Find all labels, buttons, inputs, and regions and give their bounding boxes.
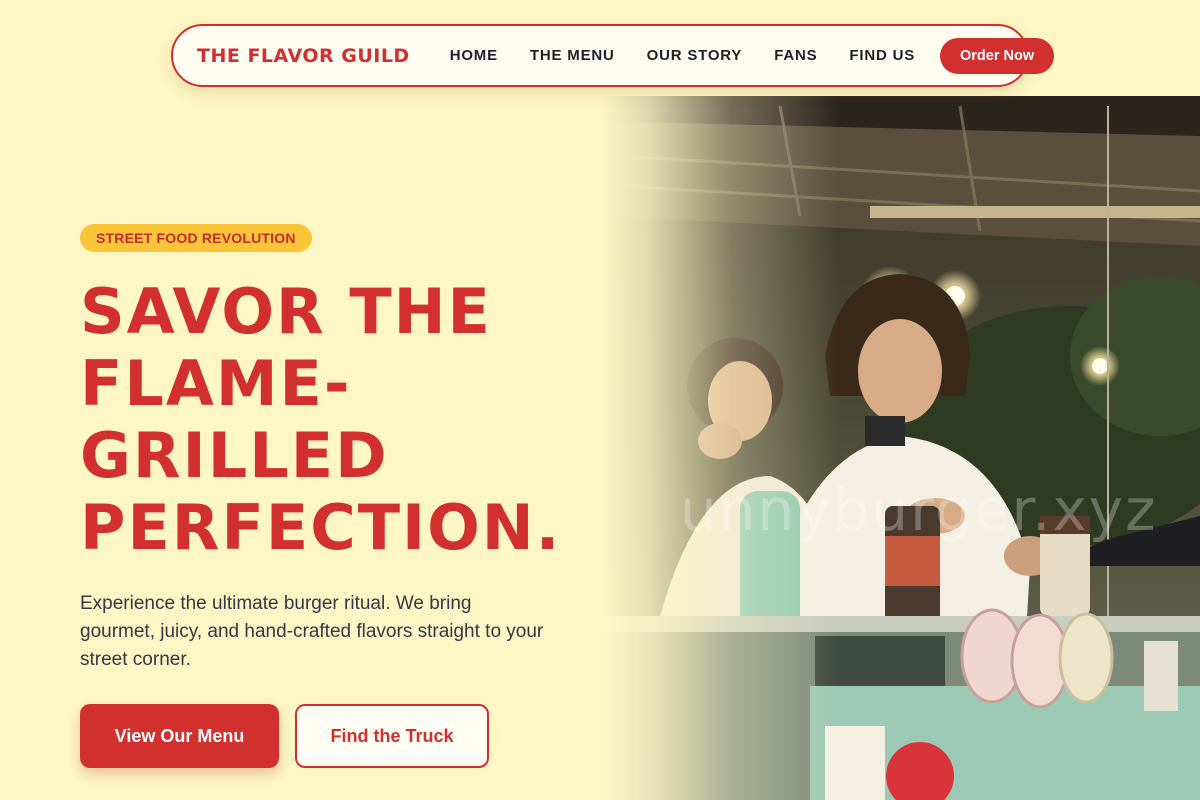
- hero-headline: SAVOR THE FLAME- GRILLED PERFECTION.: [80, 276, 640, 564]
- order-now-button[interactable]: Order Now: [940, 37, 1055, 74]
- nav-link-our-story[interactable]: OUR STORY: [647, 47, 743, 64]
- watermark-text: unnyburger.xyz: [680, 476, 1158, 544]
- nav-link-menu[interactable]: THE MENU: [530, 47, 615, 64]
- headline-line-4: PERFECTION.: [80, 491, 562, 564]
- headline-line-1: SAVOR THE: [80, 275, 492, 348]
- view-menu-button[interactable]: View Our Menu: [80, 704, 279, 768]
- find-truck-button[interactable]: Find the Truck: [295, 704, 489, 768]
- brand-logo[interactable]: THE FLAVOR GUILD: [197, 45, 410, 67]
- nav-link-fans[interactable]: FANS: [774, 47, 817, 64]
- headline-line-3: GRILLED: [80, 419, 389, 492]
- top-navbar: THE FLAVOR GUILD HOME THE MENU OUR STORY…: [171, 24, 1055, 87]
- nav-link-home[interactable]: HOME: [450, 47, 498, 64]
- nav-link-find-us[interactable]: FIND US: [849, 47, 915, 64]
- headline-line-2: FLAME-: [80, 347, 352, 420]
- food-truck-image: [600, 96, 1200, 800]
- nav-links: HOME THE MENU OUR STORY FANS FIND US: [434, 47, 931, 64]
- hero-photo: unnyburger.xyz: [600, 96, 1200, 800]
- hero-badge: STREET FOOD REVOLUTION: [80, 224, 312, 252]
- hero-subtext: Experience the ultimate burger ritual. W…: [80, 593, 544, 670]
